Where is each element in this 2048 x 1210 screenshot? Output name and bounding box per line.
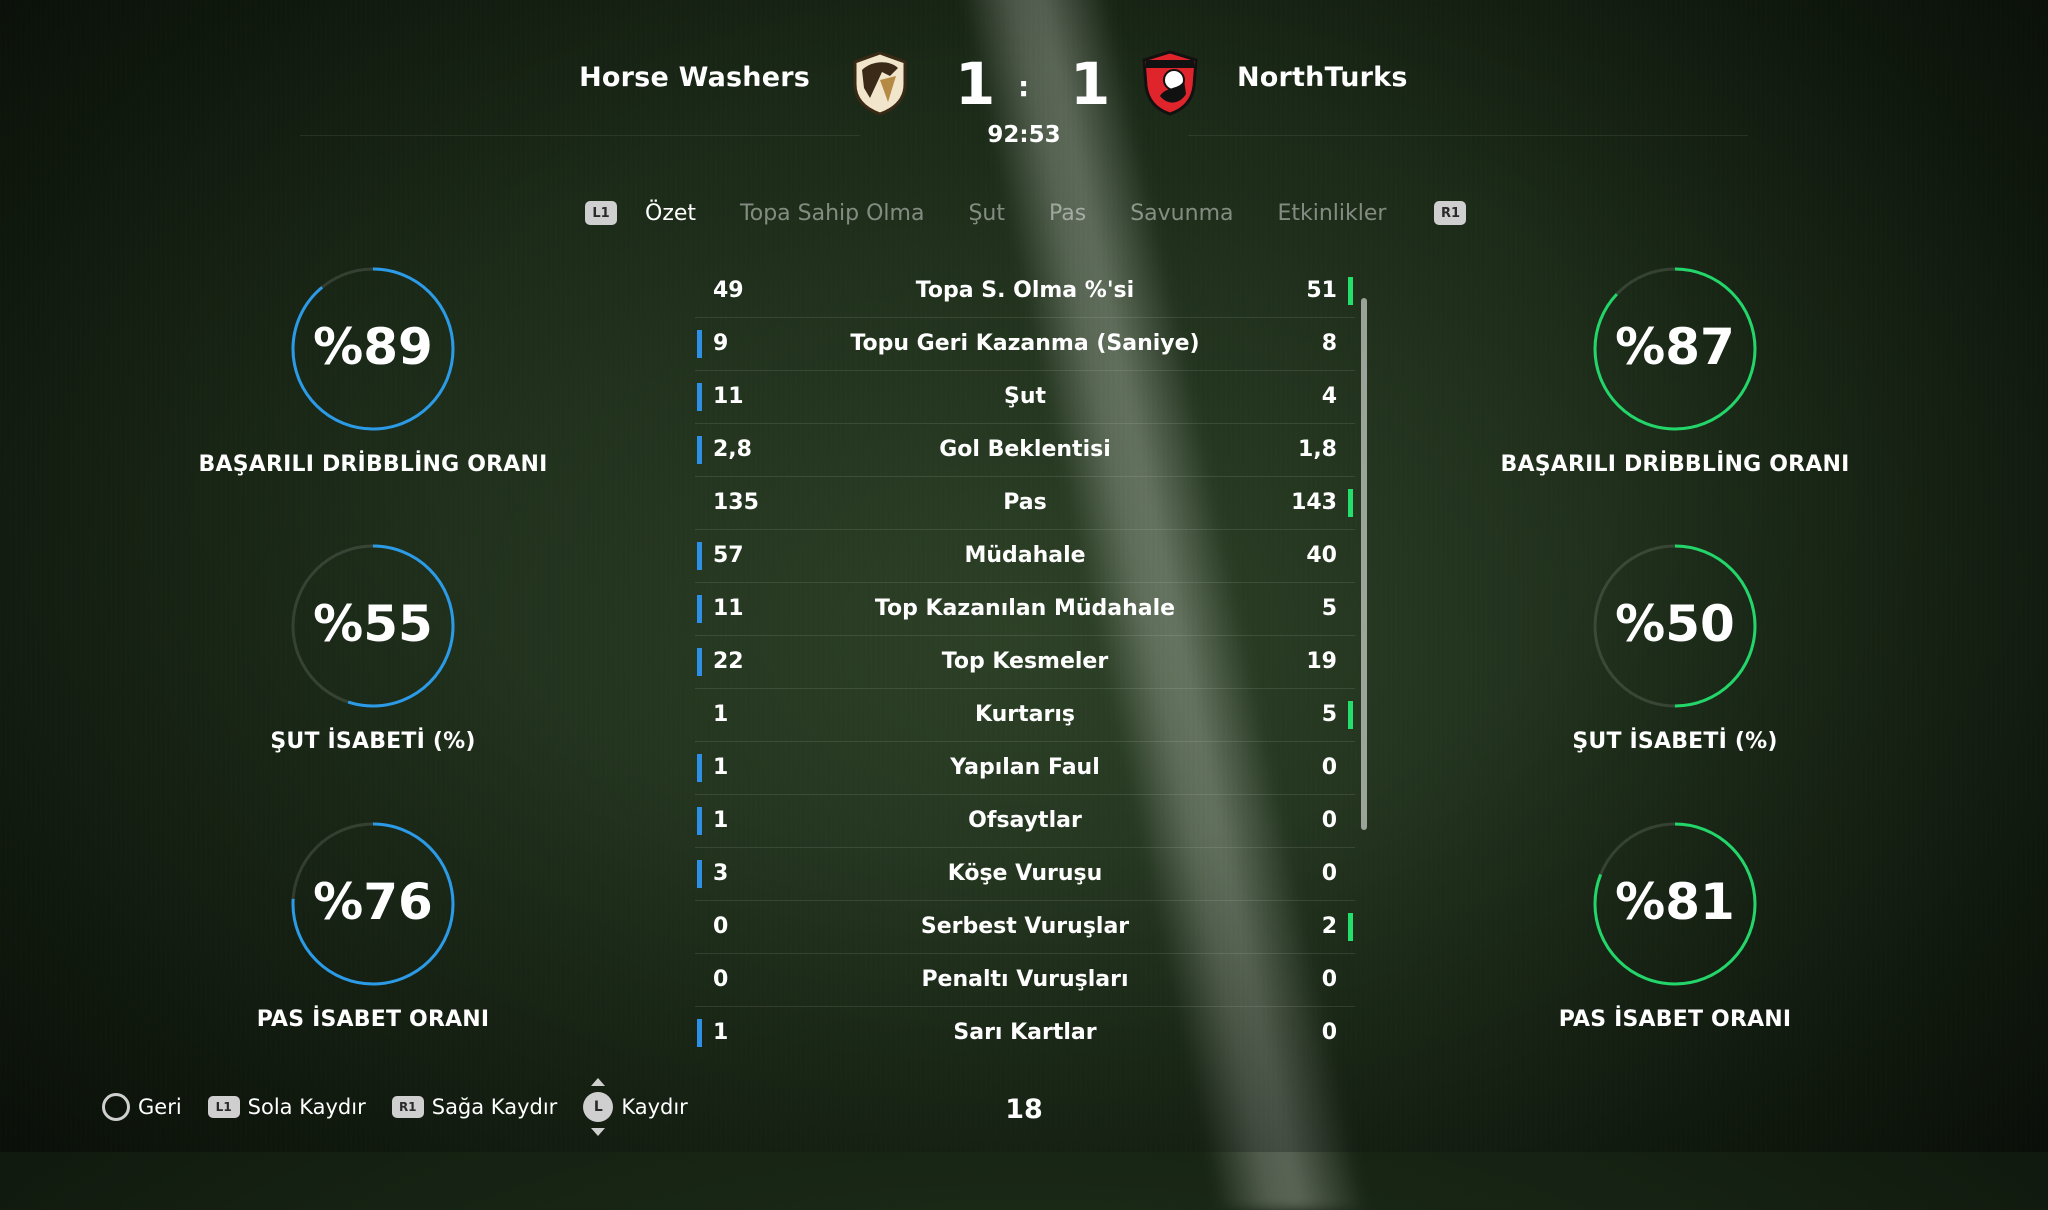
stat-label: Sarı Kartlar — [953, 1020, 1097, 1045]
stat-row: 57 Müdahale 40 — [695, 530, 1355, 583]
stats-tab-bar: L1 Özet Topa Sahip Olma Şut Pas Savunma … — [585, 198, 1467, 228]
ring-value: %55 — [313, 595, 433, 653]
stat-label: Köşe Vuruşu — [947, 861, 1103, 886]
stat-row: 0 Penaltı Vuruşları 0 — [695, 954, 1355, 1007]
away-stat-value: 0 — [1321, 1020, 1337, 1045]
ring-value: %76 — [313, 873, 433, 931]
away-stat-value: 0 — [1321, 808, 1337, 833]
tab-events[interactable]: Etkinlikler — [1277, 201, 1386, 226]
ring-label: PAS İSABET ORANI — [256, 1007, 490, 1032]
ring-value: %89 — [313, 318, 433, 376]
stat-row: 9 Topu Geri Kazanma (Saniye) 8 — [695, 318, 1355, 371]
stat-row: 22 Top Kesmeler 19 — [695, 636, 1355, 689]
ring-label: BAŞARILI DRİBBLİNG ORANI — [198, 452, 548, 477]
score-separator: : — [1018, 70, 1030, 103]
ring-label: BAŞARILI DRİBBLİNG ORANI — [1500, 452, 1850, 477]
away-stat-value: 51 — [1306, 278, 1337, 303]
home-score: 1 — [955, 50, 996, 118]
away-score: 1 — [1070, 50, 1111, 118]
stat-row: 1 Sarı Kartlar 0 — [695, 1007, 1355, 1059]
ring-label: ŞUT İSABETİ (%) — [270, 729, 476, 754]
stat-row: 2,8 Gol Beklentisi 1,8 — [695, 424, 1355, 477]
arrow-down-icon — [591, 1128, 606, 1136]
ring-label: ŞUT İSABETİ (%) — [1572, 729, 1778, 754]
stat-label: Kurtarış — [974, 702, 1076, 727]
away-stat-value: 19 — [1306, 649, 1337, 674]
stat-label: Pas — [1003, 490, 1047, 515]
stat-row: 11 Top Kazanılan Müdahale 5 — [695, 583, 1355, 636]
arrow-up-icon — [591, 1078, 606, 1086]
l1-button-icon[interactable]: L1 — [585, 201, 617, 225]
stat-label: Serbest Vuruşlar — [920, 914, 1130, 939]
tab-summary[interactable]: Özet — [645, 201, 696, 226]
stat-row: 11 Şut 4 — [695, 371, 1355, 424]
match-clock: 92:53 — [987, 122, 1061, 148]
stats-scrollbar[interactable] — [1361, 298, 1367, 830]
page-number: 18 — [1005, 1094, 1043, 1125]
stats-table[interactable]: 49 Topa S. Olma %'si 51 9 Topu Geri Kazanma … — [695, 265, 1355, 1059]
away-stat-value: 143 — [1291, 490, 1337, 515]
away-stat-value: 2 — [1321, 914, 1337, 939]
tab-shooting[interactable]: Şut — [968, 201, 1005, 226]
away-ring-shot-accuracy: %50 ŞUT İSABETİ (%) — [1495, 543, 1855, 754]
stat-label: Müdahale — [964, 543, 1086, 568]
stat-row: 135 Pas 143 — [695, 477, 1355, 530]
stat-row: 0 Serbest Vuruşlar 2 — [695, 901, 1355, 954]
away-stat-value: 5 — [1321, 596, 1337, 621]
home-team-name: Horse Washers — [579, 62, 810, 93]
away-ring-dribbling: %87 BAŞARILI DRİBBLİNG ORANI — [1495, 266, 1855, 477]
r1-button-icon[interactable]: R1 — [1434, 201, 1467, 225]
stat-label: Şut — [1003, 384, 1047, 409]
stat-label: Top Kesmeler — [941, 649, 1109, 674]
ring-value: %50 — [1615, 595, 1735, 653]
tab-possession[interactable]: Topa Sahip Olma — [740, 201, 924, 226]
away-stat-value: 8 — [1321, 331, 1337, 356]
away-stat-value: 0 — [1321, 755, 1337, 780]
stat-label: Top Kazanılan Müdahale — [874, 596, 1176, 621]
away-stat-value: 5 — [1321, 702, 1337, 727]
stat-row: 3 Köşe Vuruşu 0 — [695, 848, 1355, 901]
tab-passing[interactable]: Pas — [1049, 201, 1086, 226]
away-stat-value: 1,8 — [1298, 437, 1337, 462]
stat-label: Topu Geri Kazanma (Saniye) — [850, 331, 1200, 356]
stat-label: Topa S. Olma %'si — [915, 278, 1135, 303]
away-stat-value: 0 — [1321, 967, 1337, 992]
home-ring-dribbling: %89 BAŞARILI DRİBBLİNG ORANI — [193, 266, 553, 477]
stat-row: 1 Ofsaytlar 0 — [695, 795, 1355, 848]
away-team-name: NorthTurks — [1237, 62, 1408, 93]
stat-row: 1 Yapılan Faul 0 — [695, 742, 1355, 795]
away-ring-pass-accuracy: %81 PAS İSABET ORANI — [1495, 821, 1855, 1032]
away-stat-value: 40 — [1306, 543, 1337, 568]
tab-defending[interactable]: Savunma — [1130, 201, 1233, 226]
stat-label: Yapılan Faul — [950, 755, 1100, 780]
ring-value: %81 — [1615, 873, 1735, 931]
home-team-crest-icon — [853, 51, 907, 116]
stat-label: Penaltı Vuruşları — [921, 967, 1129, 992]
stat-row: 1 Kurtarış 5 — [695, 689, 1355, 742]
away-team-crest-icon — [1142, 50, 1198, 116]
stat-label: Gol Beklentisi — [939, 437, 1111, 462]
away-stat-value: 4 — [1321, 384, 1337, 409]
home-ring-shot-accuracy: %55 ŞUT İSABETİ (%) — [193, 543, 553, 754]
ring-label: PAS İSABET ORANI — [1558, 1007, 1792, 1032]
stat-row: 49 Topa S. Olma %'si 51 — [695, 265, 1355, 318]
home-ring-pass-accuracy: %76 PAS İSABET ORANI — [193, 821, 553, 1032]
ring-value: %87 — [1615, 318, 1735, 376]
away-stat-value: 0 — [1321, 861, 1337, 886]
stat-label: Ofsaytlar — [968, 808, 1082, 833]
